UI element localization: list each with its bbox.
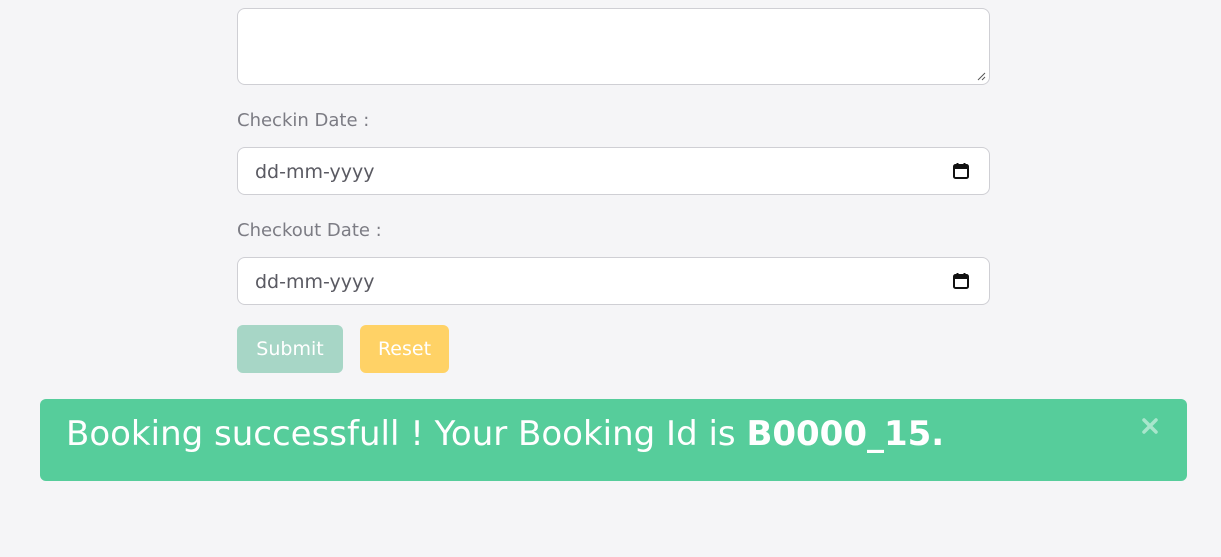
booking-form: Checkin Date : dd-mm-yyyy Checkout Date … <box>237 8 990 373</box>
alert-message-text: Booking successfull ! Your Booking Id is <box>66 414 747 454</box>
form-buttons: Submit Reset <box>237 325 990 373</box>
submit-button[interactable]: Submit <box>237 325 343 373</box>
success-alert: Booking successfull ! Your Booking Id is… <box>40 399 1187 481</box>
booking-id: B0000_15. <box>746 414 945 454</box>
calendar-icon[interactable] <box>952 162 970 180</box>
close-icon[interactable] <box>1141 417 1159 435</box>
checkin-label: Checkin Date : <box>237 110 370 131</box>
checkin-date-input[interactable]: dd-mm-yyyy <box>237 147 990 195</box>
alert-message: Booking successfull ! Your Booking Id is… <box>66 413 944 455</box>
checkout-date-input[interactable]: dd-mm-yyyy <box>237 257 990 305</box>
resize-handle-icon[interactable] <box>976 71 986 81</box>
checkin-date-placeholder: dd-mm-yyyy <box>255 161 375 183</box>
checkout-date-placeholder: dd-mm-yyyy <box>255 271 375 293</box>
calendar-icon[interactable] <box>952 272 970 290</box>
reset-button[interactable]: Reset <box>360 325 449 373</box>
address-textarea[interactable] <box>237 8 990 85</box>
checkout-label: Checkout Date : <box>237 220 382 241</box>
booking-page: Checkin Date : dd-mm-yyyy Checkout Date … <box>0 0 1221 557</box>
